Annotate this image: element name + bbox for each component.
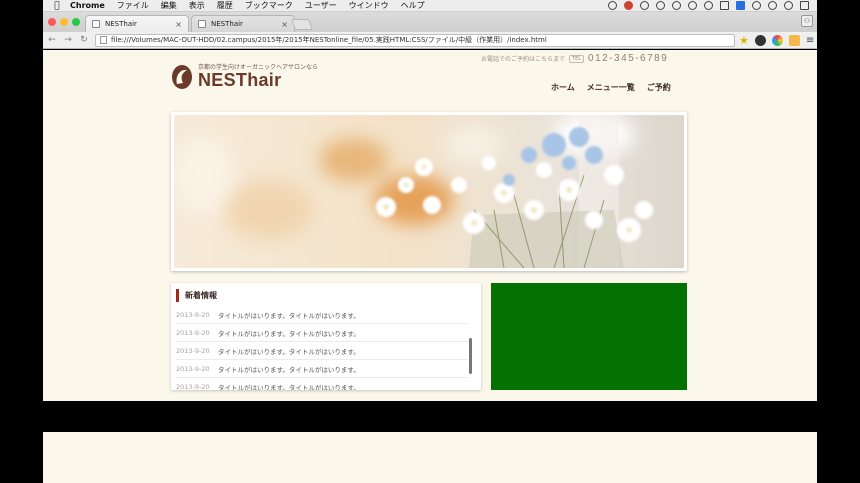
news-item[interactable]: 2013-9-20 タイトルがはいります。タイトルがはいります。 bbox=[176, 378, 468, 391]
sync-icon[interactable] bbox=[640, 1, 649, 10]
nav-item-home[interactable]: ホーム bbox=[551, 82, 575, 93]
notes-extension-icon[interactable] bbox=[788, 34, 800, 46]
new-tab-button[interactable] bbox=[290, 19, 314, 30]
page-favicon-icon bbox=[92, 20, 100, 28]
tel-badge: TEL bbox=[569, 54, 585, 63]
spotlight-icon[interactable] bbox=[784, 1, 793, 10]
tab-title: NESThair bbox=[211, 20, 243, 28]
color-picker-icon[interactable] bbox=[771, 34, 783, 46]
minimize-window-button[interactable] bbox=[60, 18, 68, 26]
news-text[interactable]: タイトルがはいります。タイトルがはいります。 bbox=[218, 346, 360, 356]
url-text: file:///Volumes/MAC-OUT-HDD/02.campus/20… bbox=[111, 36, 547, 44]
bluetooth-icon[interactable] bbox=[688, 1, 697, 10]
extension-icon[interactable] bbox=[754, 34, 766, 46]
news-item[interactable]: 2013-9-20 タイトルがはいります。タイトルがはいります。 bbox=[176, 342, 468, 360]
menu-window[interactable]: ウインドウ bbox=[349, 0, 389, 11]
news-scrollbar[interactable] bbox=[469, 338, 472, 374]
apple-icon[interactable]:  bbox=[52, 1, 62, 11]
page-favicon-icon bbox=[198, 20, 206, 28]
back-icon[interactable]: ← bbox=[45, 35, 59, 45]
star-icon[interactable]: ★ bbox=[739, 35, 749, 46]
menu-app-name[interactable]: Chrome bbox=[70, 1, 105, 10]
news-item[interactable]: 2013-9-20 タイトルがはいります。タイトルがはいります。 bbox=[176, 324, 468, 342]
tab-nesthair-active[interactable]: NESThair × bbox=[85, 15, 189, 32]
webpage: 京都の学生向けオーガニックヘアサロンなら NESThair お電話でのご予約はこ… bbox=[43, 50, 817, 401]
menu-user[interactable]: ユーザー bbox=[305, 0, 337, 11]
green-placeholder-box bbox=[491, 283, 687, 390]
browser-tabbar: NESThair × NESThair × ⚇ bbox=[43, 12, 817, 32]
tel-info: お電話でのご予約はこちらまで TEL 012-345-6789 bbox=[481, 53, 668, 64]
menu-bookmarks[interactable]: ブックマーク bbox=[245, 0, 293, 11]
app-status-icon[interactable] bbox=[624, 1, 633, 10]
zoom-window-button[interactable] bbox=[72, 18, 80, 26]
flower-photo bbox=[174, 115, 684, 268]
clock-icon[interactable] bbox=[672, 1, 681, 10]
menu-file[interactable]: ファイル bbox=[117, 0, 149, 11]
info-icon[interactable] bbox=[752, 1, 761, 10]
user-icon[interactable] bbox=[768, 1, 777, 10]
forward-icon[interactable]: → bbox=[61, 35, 75, 45]
menu-help[interactable]: ヘルプ bbox=[401, 0, 425, 11]
time-machine-icon[interactable] bbox=[656, 1, 665, 10]
reload-icon[interactable]: ↻ bbox=[77, 35, 91, 45]
macos-menubar:  Chrome ファイル 編集 表示 履歴 ブックマーク ユーザー ウインドウ… bbox=[43, 0, 817, 12]
global-nav: ホーム メニュー一覧 ご予約 bbox=[551, 82, 671, 93]
menu-edit[interactable]: 編集 bbox=[161, 0, 177, 11]
page-lower-band bbox=[43, 432, 817, 483]
news-panel: 新着情報 2013-9-20 タイトルがはいります。タイトルがはいります。 20… bbox=[171, 283, 481, 390]
nav-item-menu[interactable]: メニュー一覧 bbox=[587, 82, 635, 93]
news-item[interactable]: 2013-9-20 タイトルがはいります。タイトルがはいります。 bbox=[176, 306, 468, 324]
wifi-icon[interactable] bbox=[704, 1, 713, 10]
close-window-button[interactable] bbox=[48, 18, 56, 26]
hero-image bbox=[171, 112, 687, 271]
tab-title: NESThair bbox=[105, 20, 137, 28]
profile-icon[interactable]: ⚇ bbox=[801, 15, 813, 27]
menu-view[interactable]: 表示 bbox=[189, 0, 205, 11]
notification-icon[interactable] bbox=[800, 1, 809, 10]
menu-icon[interactable]: ≡ bbox=[806, 35, 814, 46]
site-logo[interactable]: NESThair bbox=[198, 70, 281, 91]
news-date: 2013-9-20 bbox=[176, 310, 210, 319]
news-date: 2013-9-20 bbox=[176, 382, 210, 391]
record-icon[interactable] bbox=[608, 1, 617, 10]
tel-number[interactable]: 012-345-6789 bbox=[588, 53, 668, 64]
news-date: 2013-9-20 bbox=[176, 346, 210, 355]
menu-history[interactable]: 履歴 bbox=[217, 0, 233, 11]
news-list[interactable]: 2013-9-20 タイトルがはいります。タイトルがはいります。 2013-9-… bbox=[176, 306, 468, 390]
news-text[interactable]: タイトルがはいります。タイトルがはいります。 bbox=[218, 364, 360, 374]
news-title: 新着情報 bbox=[176, 289, 217, 302]
close-tab-icon[interactable]: × bbox=[175, 20, 182, 29]
browser-toolbar: ← → ↻ file:///Volumes/MAC-OUT-HDD/02.cam… bbox=[43, 32, 817, 49]
battery-icon[interactable] bbox=[720, 1, 729, 10]
news-date: 2013-9-20 bbox=[176, 328, 210, 337]
news-date: 2013-9-20 bbox=[176, 364, 210, 373]
status-icons bbox=[608, 1, 809, 10]
news-item[interactable]: 2013-9-20 タイトルがはいります。タイトルがはいります。 bbox=[176, 360, 468, 378]
address-bar[interactable]: file:///Volumes/MAC-OUT-HDD/02.campus/20… bbox=[95, 33, 735, 47]
nav-item-reservation[interactable]: ご予約 bbox=[647, 82, 671, 93]
news-text[interactable]: タイトルがはいります。タイトルがはいります。 bbox=[218, 310, 360, 320]
input-source-icon[interactable] bbox=[736, 1, 745, 10]
news-text[interactable]: タイトルがはいります。タイトルがはいります。 bbox=[218, 328, 360, 338]
logo-icon[interactable] bbox=[171, 64, 193, 90]
close-tab-icon[interactable]: × bbox=[281, 20, 288, 29]
tab-nesthair-inactive[interactable]: NESThair × bbox=[191, 15, 295, 32]
tel-note: お電話でのご予約はこちらまで bbox=[481, 56, 566, 63]
page-icon bbox=[100, 36, 107, 44]
news-text[interactable]: タイトルがはいります。タイトルがはいります。 bbox=[218, 382, 360, 391]
